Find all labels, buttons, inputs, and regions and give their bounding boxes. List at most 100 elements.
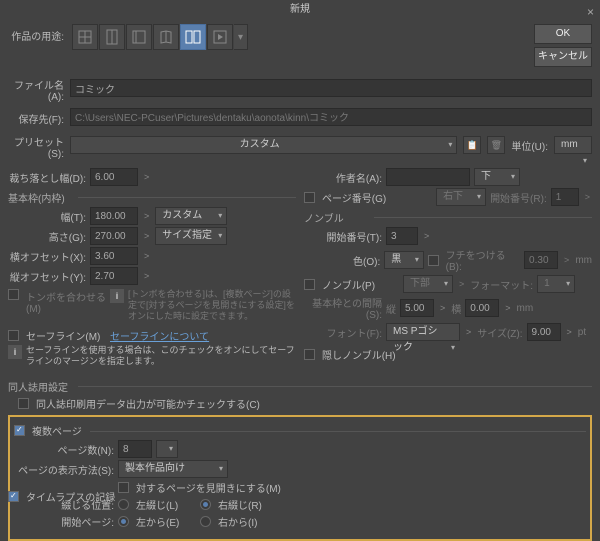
edge-checkbox[interactable] [428, 255, 439, 266]
fmt-label: フォーマット: [470, 277, 533, 292]
purpose-web-icon[interactable] [99, 24, 125, 50]
info-icon: i [110, 289, 124, 303]
gap-yoko-input [465, 299, 499, 317]
arrow-icon[interactable]: > [142, 251, 151, 261]
color-select[interactable]: 黒 [384, 251, 424, 269]
filename-input[interactable] [70, 79, 592, 97]
purpose-more-icon[interactable]: ▾ [234, 24, 248, 50]
purpose-comic-icon[interactable] [126, 24, 152, 50]
safeline-checkbox[interactable] [8, 330, 19, 341]
start-left-label: 左から(E) [136, 514, 196, 529]
doujin-label: 同人誌印刷用データ出力が可能かチェックする(C) [36, 396, 260, 411]
doujin-header: 同人誌用設定 [8, 379, 592, 394]
width-input[interactable] [90, 207, 138, 225]
hide-nombre-checkbox[interactable] [304, 349, 315, 360]
multipage-header: 複数ページ [32, 423, 82, 438]
timelapse-label: タイムラプスの記録 [26, 489, 115, 504]
bleed-input[interactable] [90, 168, 138, 186]
saveto-label: 保存先(F): [8, 107, 64, 126]
color-label: 色(O): [304, 253, 380, 268]
author-input[interactable] [386, 168, 470, 186]
font-select: MS Pゴシック [386, 323, 460, 341]
pgnum-start-input [551, 188, 579, 206]
cancel-button[interactable]: キャンセル [534, 47, 592, 67]
arrow-icon[interactable]: > [142, 211, 151, 221]
preset-delete-icon[interactable]: 🗑 [487, 136, 505, 154]
nombre-header: ノンブル [304, 210, 592, 225]
hide-nombre-label: 隠しノンブル(H) [322, 347, 396, 362]
safeline-link[interactable]: セーフラインについて [110, 328, 209, 343]
purpose-illustration-icon[interactable] [72, 24, 98, 50]
gap-label: 基本枠との間隔(S): [304, 295, 382, 321]
close-icon[interactable]: × [587, 2, 594, 22]
titlebar: 新規 × [0, 0, 600, 20]
yoffset-label: 縦オフセット(Y): [8, 269, 86, 284]
saveto-input[interactable] [70, 108, 592, 126]
doujin-checkbox[interactable] [18, 398, 29, 409]
nombre-pos-select[interactable]: 下部 [403, 275, 453, 293]
spread-label: 対するページを見開きにする(M) [136, 480, 281, 495]
spread-checkbox[interactable] [118, 482, 129, 493]
display-select[interactable]: 製本作品向け [118, 460, 228, 478]
basic-frame-header: 基本枠(内枠) [8, 190, 296, 205]
preset-label: プリセット(S): [8, 130, 64, 160]
unit-select[interactable]: mm [554, 136, 592, 154]
start-left-radio[interactable] [118, 516, 129, 527]
startpage-label: 開始ページ: [14, 514, 114, 529]
width-select[interactable]: カスタム [155, 207, 227, 225]
nombre-checkbox[interactable] [304, 279, 315, 290]
multipage-checkbox[interactable] [14, 425, 25, 436]
pagecount-dropdown[interactable] [156, 440, 178, 458]
yoffset-input[interactable] [90, 267, 138, 285]
height-select[interactable]: サイズ指定 [155, 227, 227, 245]
trim-label: トンボを合わせる(M) [26, 289, 106, 315]
bind-left-radio[interactable] [118, 499, 129, 510]
fmt-select[interactable]: 1 [537, 275, 575, 293]
arrow-icon[interactable]: > [142, 172, 151, 182]
author-pos-select[interactable]: 下 [474, 168, 520, 186]
purpose-icons: ▾ [72, 24, 249, 50]
safeline-label: セーフライン(M) [26, 328, 106, 343]
trim-checkbox [8, 289, 19, 300]
size-label: サイズ(Z): [477, 325, 522, 340]
start-right-radio[interactable] [200, 516, 211, 527]
gap-tate-input [400, 299, 434, 317]
bind-right-radio[interactable] [200, 499, 211, 510]
pagecount-input[interactable] [118, 440, 152, 458]
edge-label: フチをつける(B): [446, 247, 520, 273]
bleed-label: 裁ち落とし幅(D): [8, 170, 86, 185]
window-title: 新規 [290, 4, 310, 15]
xoffset-input[interactable] [90, 247, 138, 265]
pgnum-start-label: 開始番号(R): [490, 190, 547, 205]
edge-input [524, 251, 558, 269]
size-input [527, 323, 561, 341]
purpose-show-all-icon[interactable] [180, 24, 206, 50]
safeline-info-text: セーフラインを使用する場合は、このチェックをオンにしてセーフラインのマージンを指… [26, 345, 296, 367]
trim-info-text: [トンボを合わせる]は、[複数ページ]の設定で[対するページを見開きにする設定]… [128, 289, 296, 322]
info-icon: i [8, 345, 22, 359]
multipage-highlight-box: 複数ページ ページ数(N): ページの表示方法(S):製本作品向け 対するページ… [8, 415, 592, 541]
width-label: 幅(T): [8, 209, 86, 224]
arrow-icon[interactable]: > [422, 231, 431, 241]
unit-label: 単位(U): [511, 138, 548, 153]
preset-save-icon[interactable]: 📋 [463, 136, 481, 154]
xoffset-label: 横オフセット(X): [8, 249, 86, 264]
timelapse-checkbox[interactable] [8, 491, 19, 502]
pgnum-pos-select[interactable]: 右下 [436, 188, 486, 206]
height-label: 高さ(G): [8, 229, 86, 244]
ok-button[interactable]: OK [534, 24, 592, 44]
height-input[interactable] [90, 227, 138, 245]
purpose-anim-icon[interactable] [207, 24, 233, 50]
nstart-label: 開始番号(T): [304, 229, 382, 244]
purpose-print-icon[interactable] [153, 24, 179, 50]
start-right-label: 右から(I) [218, 514, 257, 529]
arrow-icon[interactable]: > [142, 231, 151, 241]
pgnum-label: ページ番号(G) [322, 190, 386, 205]
arrow-icon[interactable]: > [142, 271, 151, 281]
preset-select[interactable]: カスタム [70, 136, 457, 154]
pgnum-checkbox[interactable] [304, 192, 315, 203]
nstart-input[interactable] [386, 227, 418, 245]
author-label: 作者名(A): [304, 170, 382, 185]
purpose-label: 作品の用途: [8, 24, 64, 43]
display-label: ページの表示方法(S): [14, 462, 114, 477]
